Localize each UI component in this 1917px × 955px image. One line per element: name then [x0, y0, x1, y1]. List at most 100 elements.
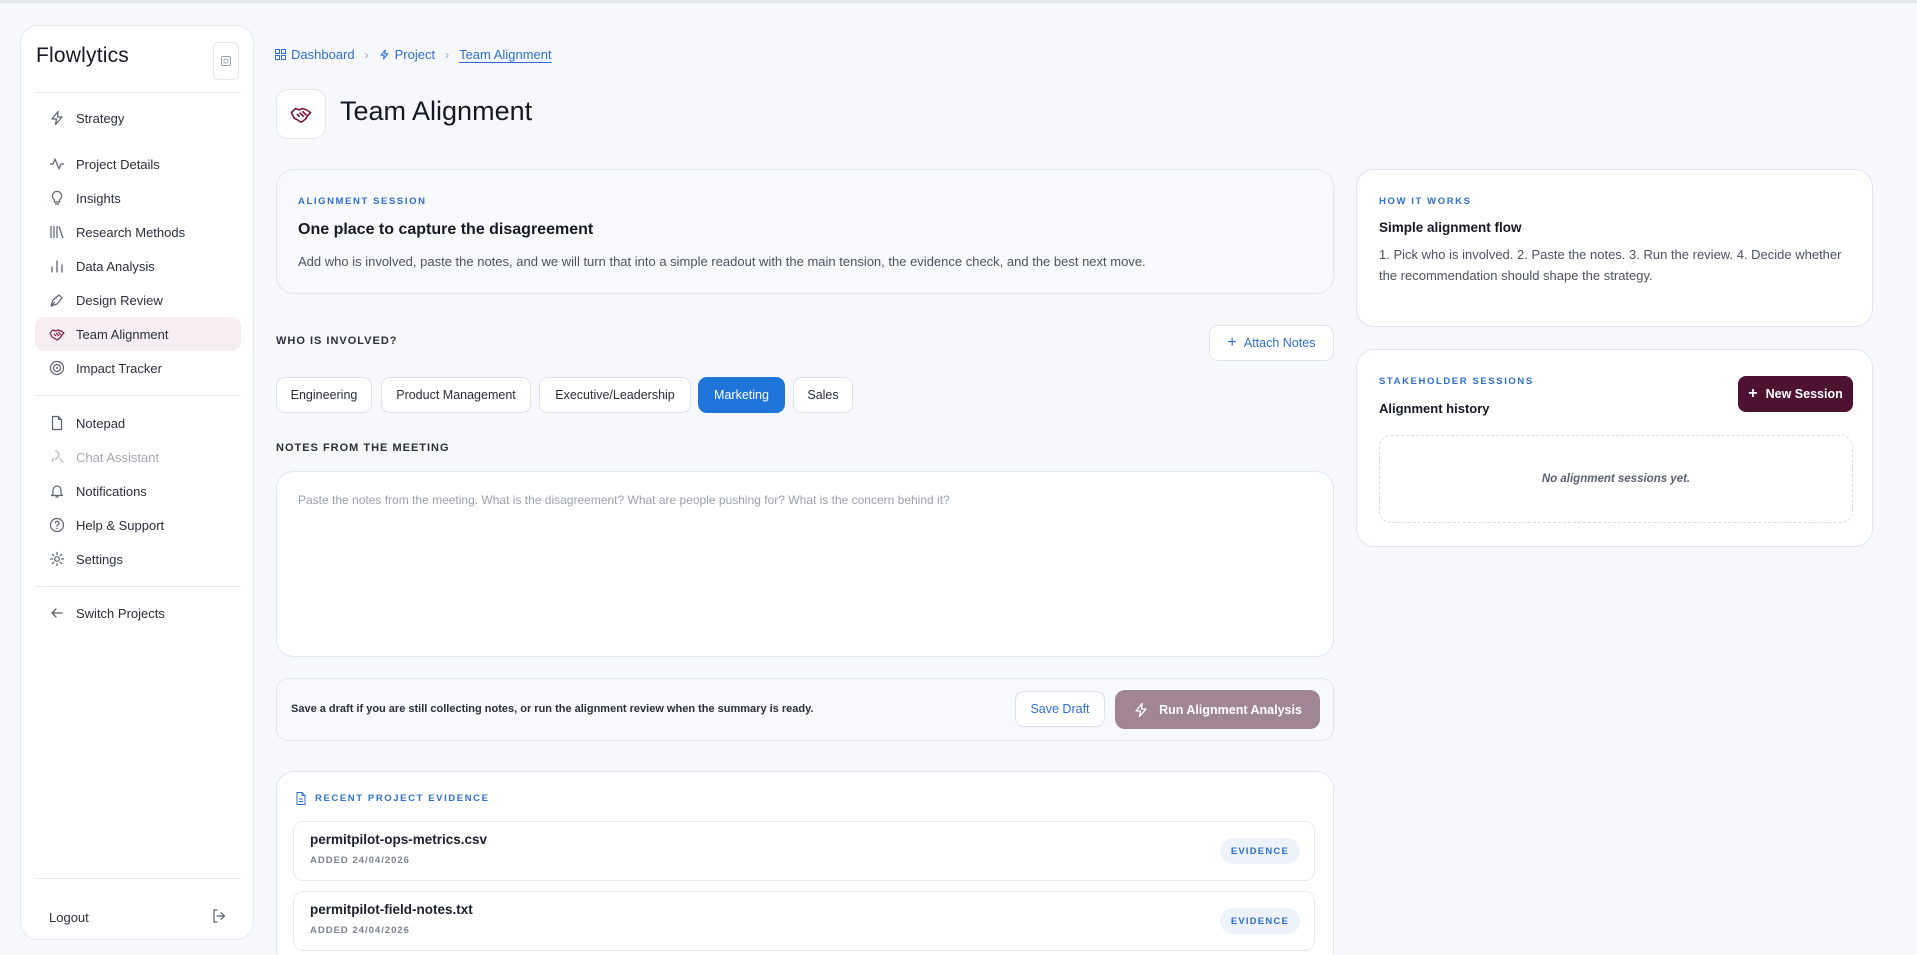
evidence-eyebrow: RECENT PROJECT EVIDENCE: [315, 793, 490, 804]
sidebar-item-notifications[interactable]: Notifications: [35, 474, 241, 508]
sidebar-item-design-review[interactable]: Design Review: [35, 283, 241, 317]
help-circle-icon: [49, 517, 65, 533]
run-alignment-analysis-button[interactable]: Run Alignment Analysis: [1115, 690, 1320, 729]
evidence-date: ADDED 24/04/2026: [310, 855, 410, 866]
sidebar-divider: [35, 586, 241, 587]
run-analysis-label: Run Alignment Analysis: [1159, 702, 1302, 717]
card-title: One place to capture the disagreement: [298, 221, 594, 238]
card-eyebrow: ALIGNMENT SESSION: [298, 196, 427, 207]
chip-label: Marketing: [714, 388, 769, 402]
sidebar-item-insights[interactable]: Insights: [35, 181, 241, 215]
new-session-label: New Session: [1765, 387, 1843, 401]
evidence-date: ADDED 24/04/2026: [310, 925, 410, 936]
brand-logo: Flowlytics: [36, 44, 130, 67]
sidebar-item-label: Strategy: [76, 110, 125, 126]
chevron-right-icon: ›: [445, 47, 450, 62]
sidebar-item-settings[interactable]: Settings: [35, 542, 241, 576]
logout-button[interactable]: Logout: [35, 902, 241, 932]
sidebar-item-label: Notepad: [76, 415, 126, 431]
alignment-session-card: ALIGNMENT SESSION One place to capture t…: [276, 169, 1334, 294]
target-icon: [49, 360, 65, 376]
sidebar-item-label: Project Details: [76, 156, 160, 172]
plus-icon: +: [1227, 334, 1237, 351]
breadcrumb-current[interactable]: Team Alignment: [459, 47, 552, 62]
sidebar-item-label: Design Review: [76, 292, 163, 308]
file-icon: [49, 415, 65, 431]
sidebar-collapse-button[interactable]: [213, 42, 239, 80]
sidebar-item-label: Team Alignment: [76, 326, 169, 342]
meeting-notes-textarea[interactable]: Paste the notes from the meeting. What i…: [276, 471, 1334, 657]
stakeholder-chip[interactable]: Product Management: [381, 377, 531, 413]
breadcrumb-dashboard[interactable]: Dashboard: [275, 47, 355, 62]
sidebar-item-label: Chat Assistant: [76, 449, 160, 465]
lightbulb-icon: [49, 190, 65, 206]
evidence-badge: EVIDENCE: [1219, 908, 1300, 934]
document-icon: [296, 792, 306, 805]
bell-icon: [49, 483, 65, 499]
sidebar-item-chat-assistant: Chat Assistant: [35, 440, 241, 474]
card-eyebrow: STAKEHOLDER SESSIONS: [1379, 376, 1534, 387]
breadcrumb-label: Project: [394, 47, 436, 62]
sidebar-item-label: Data Analysis: [76, 258, 155, 274]
breadcrumb-project[interactable]: Project: [379, 47, 435, 62]
activity-icon: [49, 156, 65, 172]
notes-label: NOTES FROM THE MEETING: [276, 442, 450, 454]
card-description: 1. Pick who is involved. 2. Paste the no…: [1379, 247, 1842, 283]
sidebar-item-research-methods[interactable]: Research Methods: [35, 215, 241, 249]
attach-notes-label: Attach Notes: [1243, 336, 1316, 350]
evidence-file-name: permitpilot-field-notes.txt: [310, 902, 473, 917]
save-draft-button[interactable]: Save Draft: [1015, 691, 1105, 727]
arrow-left-icon: [49, 605, 65, 621]
handshake-icon: [49, 326, 65, 342]
plus-icon: +: [1748, 385, 1758, 402]
card-title: Simple alignment flow: [1379, 220, 1522, 235]
sidebar-item-project-details[interactable]: Project Details: [35, 147, 241, 181]
bolt-icon: [49, 110, 65, 126]
card-eyebrow: HOW IT WORKS: [1379, 196, 1472, 207]
bar-chart-icon: [49, 258, 65, 274]
breadcrumb: Dashboard › Project › Team Alignment: [275, 47, 552, 62]
sidebar-item-team-alignment[interactable]: Team Alignment: [35, 317, 241, 351]
sidebar-divider: [35, 878, 241, 879]
evidence-badge: EVIDENCE: [1219, 838, 1300, 864]
card-title: Alignment history: [1379, 401, 1490, 416]
sidebar-item-impact-tracker[interactable]: Impact Tracker: [35, 351, 241, 385]
switch-projects-button[interactable]: Switch Projects: [35, 596, 241, 630]
sidebar-item-data-analysis[interactable]: Data Analysis: [35, 249, 241, 283]
breadcrumb-label: Dashboard: [291, 47, 355, 62]
stakeholder-chip[interactable]: Engineering: [276, 377, 372, 413]
sidebar-item-label: Insights: [76, 190, 121, 206]
attach-notes-button[interactable]: + Attach Notes: [1209, 325, 1334, 361]
pen-tool-icon: [49, 292, 65, 308]
evidence-file-name: permitpilot-ops-metrics.csv: [310, 832, 488, 847]
stakeholder-chip[interactable]: Sales: [793, 377, 853, 413]
logout-label: Logout: [49, 909, 89, 925]
new-session-button[interactable]: + New Session: [1738, 376, 1853, 412]
sidebar-item-label: Impact Tracker: [76, 360, 162, 376]
stakeholder-chip-selected[interactable]: Marketing: [698, 377, 785, 413]
sidebar-item-label: Settings: [76, 551, 123, 567]
grid-icon: [275, 49, 286, 60]
empty-state: No alignment sessions yet.: [1379, 435, 1853, 523]
sidebar-divider: [35, 395, 241, 396]
sidebar-item-strategy[interactable]: Strategy: [35, 101, 241, 135]
action-bar-text: Save a draft if you are still collecting…: [291, 703, 814, 715]
sidebar-item-notepad[interactable]: Notepad: [35, 406, 241, 440]
sidebar-item-help-support[interactable]: Help & Support: [35, 508, 241, 542]
chip-label: Sales: [807, 388, 839, 402]
switch-projects-label: Switch Projects: [76, 605, 165, 621]
sidebar: Flowlytics Strategy Project Details Insi…: [20, 25, 254, 940]
evidence-header: RECENT PROJECT EVIDENCE: [295, 792, 490, 805]
chip-label: Engineering: [290, 388, 358, 402]
bolt-icon: [380, 49, 389, 60]
card-description: Add who is involved, paste the notes, an…: [298, 254, 1146, 269]
evidence-row[interactable]: permitpilot-field-notes.txt ADDED 24/04/…: [293, 891, 1315, 951]
page-icon: [276, 89, 326, 139]
evidence-row[interactable]: permitpilot-ops-metrics.csv ADDED 24/04/…: [293, 821, 1315, 881]
handshake-icon: [290, 107, 312, 124]
logout-icon: [211, 908, 227, 927]
bot-icon: [49, 449, 65, 465]
bolt-icon: [1135, 702, 1147, 717]
stakeholder-chip[interactable]: Executive/Leadership: [539, 377, 691, 413]
sidebar-divider: [35, 92, 241, 93]
